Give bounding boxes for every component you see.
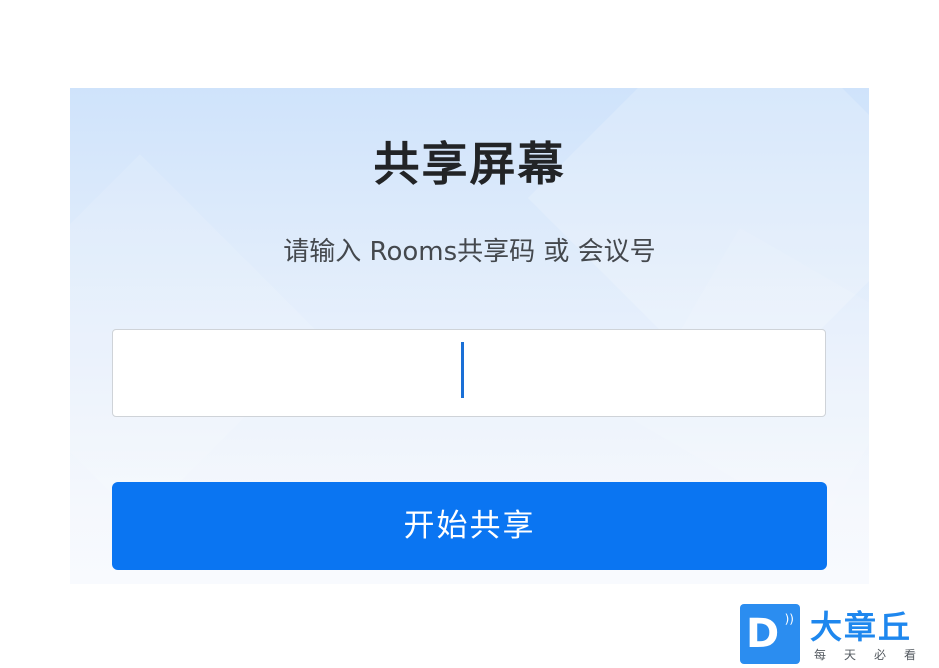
- start-share-button[interactable]: 开始共享: [112, 482, 827, 570]
- page-title: 共享屏幕: [373, 137, 566, 191]
- watermark-name: 大章丘: [810, 608, 913, 646]
- share-code-input[interactable]: [112, 329, 826, 417]
- instruction-text: 请输入 Rooms共享码 或 会议号: [283, 237, 656, 267]
- watermark: D )) 大章丘 每天必看: [740, 602, 939, 668]
- signal-waves-icon: )): [784, 612, 794, 626]
- screenshot-page: 共享屏幕 请输入 Rooms共享码 或 会议号 开始共享 D )) 大章丘 每天…: [0, 0, 939, 668]
- watermark-logo-icon: D )): [740, 604, 800, 664]
- text-cursor: [461, 342, 464, 398]
- share-screen-panel: 共享屏幕 请输入 Rooms共享码 或 会议号 开始共享: [70, 88, 869, 584]
- watermark-logo-letter: D: [746, 611, 780, 657]
- watermark-tagline: 每天必看: [814, 648, 935, 662]
